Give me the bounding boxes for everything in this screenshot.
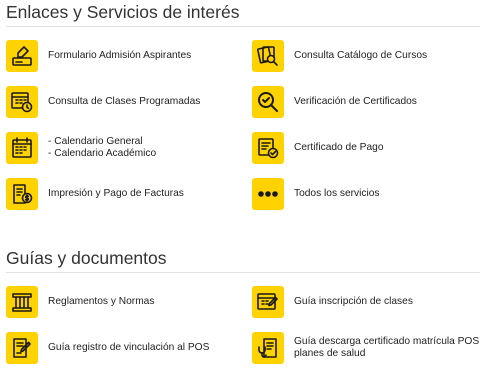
link-label: Todos los servicios <box>294 188 380 199</box>
calendar-clock-icon <box>6 86 38 118</box>
catalog-search-icon <box>252 40 284 72</box>
link-certificado-pago[interactable]: Certificado de Pago <box>252 132 383 164</box>
link-label: Guía registro de vinculación al POS <box>48 342 210 353</box>
link-label-multiline: Guía descarga certificado matrícula POS … <box>294 336 480 360</box>
calendar-grid-icon <box>6 132 38 164</box>
section-divider <box>6 26 480 27</box>
section-title-guides: Guías y documentos <box>6 248 167 268</box>
section-title-services: Enlaces y Servicios de interés <box>6 2 240 22</box>
link-catalogo-cursos[interactable]: Consulta Catálogo de Cursos <box>252 40 427 72</box>
link-label: Verificación de Certificados <box>294 96 417 107</box>
magnifier-check-icon <box>252 86 284 118</box>
link-facturas[interactable]: Impresión y Pago de Facturas <box>6 178 184 210</box>
link-reglamentos[interactable]: Reglamentos y Normas <box>6 286 154 318</box>
section-divider <box>6 272 480 273</box>
link-verificacion-certificados[interactable]: Verificación de Certificados <box>252 86 417 118</box>
invoice-payment-icon <box>6 178 38 210</box>
guia-certificado-line-1: Guía descarga certificado matrícula POS … <box>294 336 480 347</box>
more-dots-icon <box>252 178 284 210</box>
calendario-general-text: - Calendario General <box>48 136 143 147</box>
link-guia-inscripcion[interactable]: Guía inscripción de clases <box>252 286 413 318</box>
link-label: Consulta de Clases Programadas <box>48 96 201 107</box>
link-label: Formulario Admisión Aspirantes <box>48 50 192 61</box>
link-label: Guía inscripción de clases <box>294 296 413 307</box>
health-certificate-icon <box>252 332 284 364</box>
calendario-academico-text: - Calendario Académico <box>48 148 157 159</box>
link-calendarios[interactable]: - Calendario General - Calendario Académ… <box>6 132 156 164</box>
payment-certificate-icon <box>252 132 284 164</box>
link-todos-servicios[interactable]: Todos los servicios <box>252 178 380 210</box>
document-pen-icon <box>6 332 38 364</box>
calendar-pen-icon <box>252 286 284 318</box>
link-label: Consulta Catálogo de Cursos <box>294 50 428 61</box>
guia-certificado-line-2: planes de salud <box>294 348 366 359</box>
column-building-icon <box>6 286 38 318</box>
link-guia-certificado-pos[interactable]: Guía descarga certificado matrícula POS … <box>252 332 480 364</box>
link-clases-programadas[interactable]: Consulta de Clases Programadas <box>6 86 200 118</box>
link-label: Impresión y Pago de Facturas <box>48 188 184 199</box>
link-label: Reglamentos y Normas <box>48 296 155 307</box>
link-label-multiline: - Calendario General - Calendario Académ… <box>48 136 156 160</box>
link-label: Certificado de Pago <box>294 142 384 153</box>
link-formulario-admision[interactable]: Formulario Admisión Aspirantes <box>6 40 191 72</box>
form-signature-icon <box>6 40 38 72</box>
link-guia-registro-pos[interactable]: Guía registro de vinculación al POS <box>6 332 209 364</box>
